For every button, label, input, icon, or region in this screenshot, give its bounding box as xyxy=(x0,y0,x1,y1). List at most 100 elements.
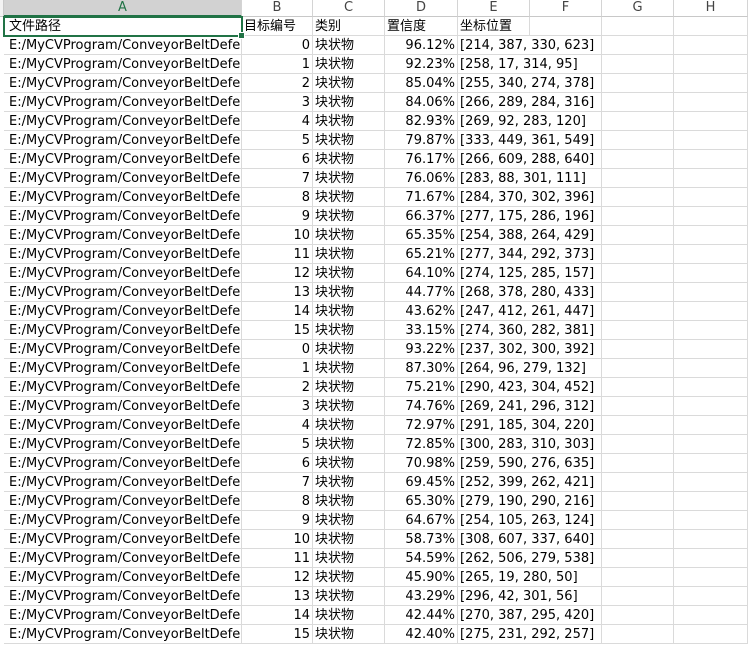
cell-f1[interactable] xyxy=(530,17,602,36)
column-header-a[interactable]: A xyxy=(4,0,242,17)
cell-h[interactable] xyxy=(674,207,748,226)
cell-target-id[interactable]: 1 xyxy=(242,55,313,74)
cell-bbox[interactable]: [270, 387, 295, 420] xyxy=(458,606,602,625)
cell-file-path[interactable]: E:/MyCVProgram/ConveyorBeltDefe xyxy=(4,55,242,74)
cell-h[interactable] xyxy=(674,321,748,340)
cell-target-id[interactable]: 6 xyxy=(242,454,313,473)
cell-h[interactable] xyxy=(674,340,748,359)
cell-bbox[interactable]: [259, 590, 276, 635] xyxy=(458,454,602,473)
cell-confidence[interactable]: 71.67% xyxy=(385,188,458,207)
cell-confidence[interactable]: 74.76% xyxy=(385,397,458,416)
cell-g[interactable] xyxy=(602,207,674,226)
cell-file-path[interactable]: E:/MyCVProgram/ConveyorBeltDefe xyxy=(4,359,242,378)
cell-confidence[interactable]: 64.67% xyxy=(385,511,458,530)
cell-file-path[interactable]: E:/MyCVProgram/ConveyorBeltDefe xyxy=(4,378,242,397)
cell-target-id[interactable]: 4 xyxy=(242,416,313,435)
cell-category[interactable]: 块状物 xyxy=(313,568,385,587)
cell-d1-header-confidence[interactable]: 置信度 xyxy=(385,17,458,36)
cell-category[interactable]: 块状物 xyxy=(313,416,385,435)
cell-file-path[interactable]: E:/MyCVProgram/ConveyorBeltDefe xyxy=(4,587,242,606)
cell-confidence[interactable]: 72.85% xyxy=(385,435,458,454)
cell-target-id[interactable]: 0 xyxy=(242,36,313,55)
cell-h[interactable] xyxy=(674,549,748,568)
cell-bbox[interactable]: [333, 449, 361, 549] xyxy=(458,131,602,150)
cell-g[interactable] xyxy=(602,606,674,625)
cell-file-path[interactable]: E:/MyCVProgram/ConveyorBeltDefe xyxy=(4,131,242,150)
fill-handle[interactable] xyxy=(238,32,245,39)
cell-file-path[interactable]: E:/MyCVProgram/ConveyorBeltDefe xyxy=(4,568,242,587)
cell-file-path[interactable]: E:/MyCVProgram/ConveyorBeltDefe xyxy=(4,188,242,207)
cell-bbox[interactable]: [284, 370, 302, 396] xyxy=(458,188,602,207)
cell-bbox[interactable]: [308, 607, 337, 640] xyxy=(458,530,602,549)
cell-confidence[interactable]: 72.97% xyxy=(385,416,458,435)
cell-category[interactable]: 块状物 xyxy=(313,283,385,302)
cell-g[interactable] xyxy=(602,131,674,150)
cell-g[interactable] xyxy=(602,473,674,492)
cell-h[interactable] xyxy=(674,36,748,55)
cell-file-path[interactable]: E:/MyCVProgram/ConveyorBeltDefe xyxy=(4,150,242,169)
cell-category[interactable]: 块状物 xyxy=(313,435,385,454)
cell-file-path[interactable]: E:/MyCVProgram/ConveyorBeltDefe xyxy=(4,511,242,530)
cell-file-path[interactable]: E:/MyCVProgram/ConveyorBeltDefe xyxy=(4,549,242,568)
cell-g[interactable] xyxy=(602,549,674,568)
cell-h[interactable] xyxy=(674,188,748,207)
cell-target-id[interactable]: 10 xyxy=(242,530,313,549)
cell-g[interactable] xyxy=(602,150,674,169)
cell-file-path[interactable]: E:/MyCVProgram/ConveyorBeltDefe xyxy=(4,226,242,245)
cell-h[interactable] xyxy=(674,131,748,150)
cell-category[interactable]: 块状物 xyxy=(313,492,385,511)
cell-g[interactable] xyxy=(602,454,674,473)
cell-target-id[interactable]: 3 xyxy=(242,397,313,416)
cell-bbox[interactable]: [252, 399, 262, 421] xyxy=(458,473,602,492)
cell-e1-header-bbox[interactable]: 坐标位置 xyxy=(458,17,530,36)
cell-h[interactable] xyxy=(674,150,748,169)
cell-g[interactable] xyxy=(602,511,674,530)
cell-target-id[interactable]: 11 xyxy=(242,549,313,568)
cell-file-path[interactable]: E:/MyCVProgram/ConveyorBeltDefe xyxy=(4,36,242,55)
cell-h[interactable] xyxy=(674,397,748,416)
cell-h[interactable] xyxy=(674,74,748,93)
cell-category[interactable]: 块状物 xyxy=(313,188,385,207)
cell-g[interactable] xyxy=(602,302,674,321)
cell-bbox[interactable]: [274, 360, 282, 381] xyxy=(458,321,602,340)
cell-g[interactable] xyxy=(602,359,674,378)
cell-file-path[interactable]: E:/MyCVProgram/ConveyorBeltDefe xyxy=(4,283,242,302)
cell-category[interactable]: 块状物 xyxy=(313,321,385,340)
cell-g1[interactable] xyxy=(602,17,674,36)
column-header-b[interactable]: B xyxy=(242,0,313,17)
cell-category[interactable]: 块状物 xyxy=(313,93,385,112)
cell-target-id[interactable]: 15 xyxy=(242,625,313,644)
cell-g[interactable] xyxy=(602,321,674,340)
cell-confidence[interactable]: 92.23% xyxy=(385,55,458,74)
cell-bbox[interactable]: [254, 105, 263, 124] xyxy=(458,511,602,530)
cell-h[interactable] xyxy=(674,530,748,549)
cell-confidence[interactable]: 58.73% xyxy=(385,530,458,549)
cell-h[interactable] xyxy=(674,169,748,188)
cell-confidence[interactable]: 65.35% xyxy=(385,226,458,245)
cell-bbox[interactable]: [277, 344, 292, 373] xyxy=(458,245,602,264)
cell-category[interactable]: 块状物 xyxy=(313,207,385,226)
cell-g[interactable] xyxy=(602,55,674,74)
cell-file-path[interactable]: E:/MyCVProgram/ConveyorBeltDefe xyxy=(4,340,242,359)
cell-g[interactable] xyxy=(602,340,674,359)
cell-target-id[interactable]: 12 xyxy=(242,568,313,587)
cell-category[interactable]: 块状物 xyxy=(313,245,385,264)
cell-h[interactable] xyxy=(674,378,748,397)
cell-confidence[interactable]: 65.21% xyxy=(385,245,458,264)
cell-target-id[interactable]: 3 xyxy=(242,93,313,112)
cell-h[interactable] xyxy=(674,587,748,606)
cell-category[interactable]: 块状物 xyxy=(313,226,385,245)
cell-target-id[interactable]: 0 xyxy=(242,340,313,359)
cell-confidence[interactable]: 82.93% xyxy=(385,112,458,131)
cell-h[interactable] xyxy=(674,492,748,511)
cell-category[interactable]: 块状物 xyxy=(313,74,385,93)
cell-target-id[interactable]: 7 xyxy=(242,473,313,492)
cell-h1[interactable] xyxy=(674,17,748,36)
cell-category[interactable]: 块状物 xyxy=(313,530,385,549)
cell-bbox[interactable]: [266, 289, 284, 316] xyxy=(458,93,602,112)
cell-confidence[interactable]: 43.29% xyxy=(385,587,458,606)
cell-bbox[interactable]: [266, 609, 288, 640] xyxy=(458,150,602,169)
cell-g[interactable] xyxy=(602,112,674,131)
cell-bbox[interactable]: [255, 340, 274, 378] xyxy=(458,74,602,93)
cell-h[interactable] xyxy=(674,473,748,492)
